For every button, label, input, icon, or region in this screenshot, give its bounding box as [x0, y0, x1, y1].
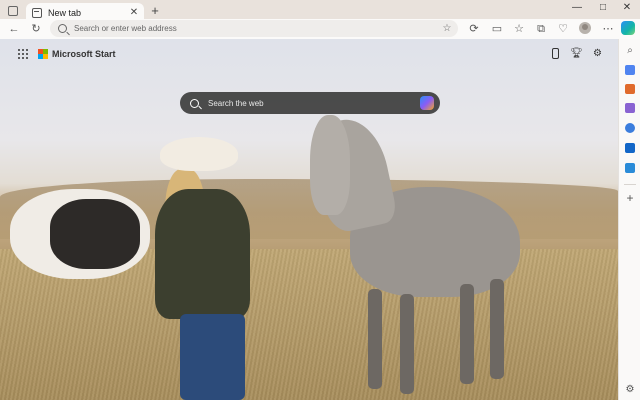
- brand-name[interactable]: Microsoft Start: [52, 49, 116, 59]
- back-button[interactable]: ←: [6, 21, 22, 37]
- favorites-icon[interactable]: ☆: [511, 21, 527, 37]
- refresh-extension-icon[interactable]: ⟳: [466, 21, 482, 37]
- tab-title: New tab: [48, 7, 82, 18]
- search-icon: [190, 98, 199, 108]
- tab-actions-icon[interactable]: [8, 6, 18, 16]
- favorite-star-icon[interactable]: ☆: [440, 23, 454, 34]
- outlook-icon[interactable]: [625, 143, 635, 153]
- copilot-icon[interactable]: [621, 21, 635, 35]
- browser-essentials-icon[interactable]: ♡: [555, 21, 571, 37]
- gray-horse-leg: [400, 294, 414, 394]
- gray-horse-head: [310, 115, 350, 215]
- page-header: Microsoft Start: [18, 49, 116, 59]
- profile-avatar[interactable]: [579, 22, 591, 34]
- add-sidebar-app-button[interactable]: +: [625, 192, 635, 204]
- address-placeholder: Search or enter web address: [74, 24, 177, 33]
- close-window-button[interactable]: ✕: [614, 0, 640, 18]
- page-tools: 🏆︎ ⚙: [549, 47, 604, 60]
- search-icon: [58, 24, 67, 33]
- app-launcher-icon[interactable]: [18, 49, 28, 59]
- rewards-trophy-icon[interactable]: 🏆︎: [570, 47, 583, 60]
- minimize-button[interactable]: —: [564, 0, 590, 18]
- microsoft-365-icon[interactable]: [625, 123, 635, 133]
- refresh-button[interactable]: ↻: [28, 21, 44, 37]
- microsoft-logo-icon: [38, 49, 48, 59]
- tab-close-icon[interactable]: ✕: [128, 7, 140, 18]
- gray-horse-leg: [368, 289, 382, 389]
- maximize-button[interactable]: □: [590, 0, 616, 18]
- new-tab-page: Microsoft Start 🏆︎ ⚙ Search the web: [0, 39, 618, 400]
- pinto-horse-patch: [50, 199, 140, 269]
- web-search-box[interactable]: Search the web: [180, 92, 440, 114]
- new-tab-button[interactable]: +: [148, 3, 162, 19]
- gray-horse-leg: [460, 284, 474, 384]
- collections-icon[interactable]: ⧉: [533, 21, 549, 37]
- child-coat: [155, 189, 250, 319]
- child-cowboy-hat: [160, 137, 238, 171]
- tools-briefcase-icon[interactable]: [625, 84, 635, 94]
- search-icon[interactable]: ⌕: [625, 45, 635, 56]
- toolbar: ← ↻ Search or enter web address ☆ ⟳ ▭ ☆ …: [0, 19, 640, 39]
- shopping-tag-icon[interactable]: [625, 65, 635, 75]
- edge-sidebar: ⌕ + ⚙: [618, 39, 640, 400]
- sidebar-divider: [624, 184, 636, 185]
- address-bar[interactable]: Search or enter web address ☆: [50, 20, 458, 37]
- games-icon[interactable]: [625, 103, 635, 113]
- sidebar-settings-icon[interactable]: ⚙: [625, 385, 635, 395]
- more-menu-button[interactable]: ⋯: [600, 21, 616, 37]
- phone-icon[interactable]: [552, 48, 559, 59]
- copilot-icon[interactable]: [420, 96, 434, 110]
- search-placeholder: Search the web: [208, 98, 264, 108]
- drop-icon[interactable]: [625, 163, 635, 173]
- gray-horse-leg: [490, 279, 504, 379]
- split-screen-icon[interactable]: ▭: [489, 21, 505, 37]
- child-jeans: [180, 314, 245, 400]
- new-tab-icon: [32, 7, 42, 18]
- page-settings-gear-icon[interactable]: ⚙: [591, 47, 604, 60]
